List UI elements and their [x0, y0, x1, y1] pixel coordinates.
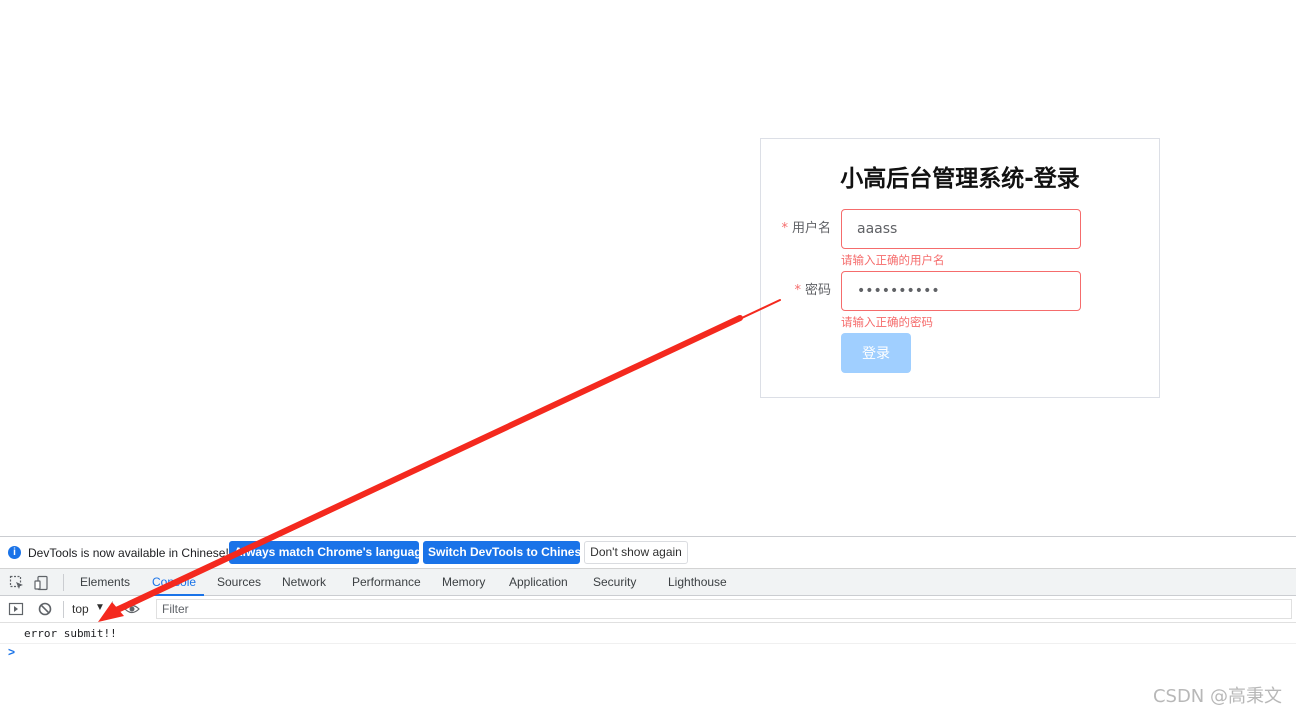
watermark: CSDN @高秉文: [1152, 686, 1282, 707]
console-toolbar: top ▼: [0, 596, 1296, 623]
context-selector[interactable]: top: [72, 602, 89, 616]
always-match-language-button[interactable]: Always match Chrome's language: [229, 541, 428, 564]
username-input[interactable]: [841, 209, 1081, 249]
username-error: 请输入正确的用户名: [841, 253, 945, 267]
console-prompt[interactable]: >: [8, 645, 15, 659]
switch-to-chinese-button[interactable]: Switch DevTools to Chinese: [423, 541, 588, 564]
tab-sources[interactable]: Sources: [217, 569, 261, 596]
sidebar-toggle-icon[interactable]: [8, 601, 24, 617]
tab-network[interactable]: Network: [282, 569, 326, 596]
password-label: * 密码: [794, 283, 831, 298]
devtools-panel: i DevTools is now available in Chinese! …: [0, 536, 1296, 715]
login-button[interactable]: 登录: [841, 333, 911, 373]
devtools-tabbar: Elements Console Sources Network Perform…: [0, 568, 1296, 596]
live-expression-eye-icon[interactable]: [124, 601, 140, 617]
required-mark: *: [781, 221, 788, 236]
username-row: *用户名 请输入正确的用户名: [761, 209, 1161, 267]
device-toolbar-icon[interactable]: [34, 575, 50, 591]
console-message-row: error submit!!: [0, 625, 1296, 644]
required-mark: *: [794, 283, 801, 298]
tab-console[interactable]: Console: [143, 569, 205, 596]
dont-show-again-button[interactable]: Don't show again: [584, 541, 688, 564]
toolbar-divider: [63, 601, 64, 618]
devtools-infobar: i DevTools is now available in Chinese! …: [0, 537, 1296, 568]
password-row: *密码 请输入正确的密码: [761, 271, 1161, 329]
tab-security[interactable]: Security: [593, 569, 636, 596]
info-icon: i: [8, 546, 21, 559]
password-input[interactable]: [841, 271, 1081, 311]
username-label: * 用户名: [781, 221, 831, 236]
infobar-text: DevTools is now available in Chinese!: [28, 546, 229, 560]
tab-memory[interactable]: Memory: [442, 569, 485, 596]
tab-elements[interactable]: Elements: [80, 569, 130, 596]
inspect-element-icon[interactable]: [9, 575, 25, 591]
chevron-down-icon[interactable]: ▼: [95, 602, 105, 613]
tab-performance[interactable]: Performance: [352, 569, 421, 596]
toolbar-divider: [112, 601, 113, 618]
tab-lighthouse[interactable]: Lighthouse: [668, 569, 727, 596]
console-message: error submit!!: [24, 627, 117, 640]
login-card: 小高后台管理系统-登录 *用户名 请输入正确的用户名 *密码 请输入正确的密码 …: [760, 138, 1160, 398]
tab-application[interactable]: Application: [509, 569, 568, 596]
toolbar-divider: [63, 574, 64, 591]
clear-console-icon[interactable]: [37, 601, 53, 617]
page-title: 小高后台管理系统-登录: [840, 166, 1080, 192]
password-error: 请输入正确的密码: [841, 315, 933, 329]
console-filter-input[interactable]: [156, 599, 1292, 619]
